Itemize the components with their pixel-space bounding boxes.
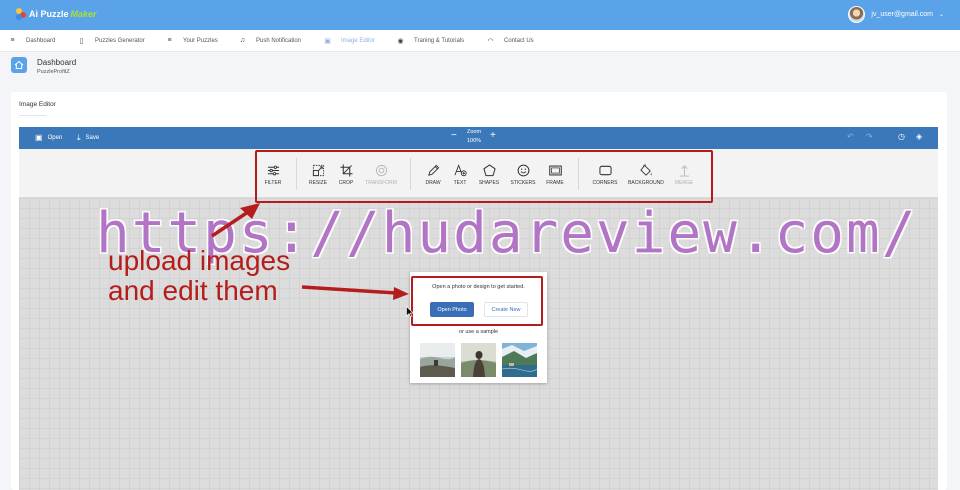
- divider: [19, 115, 46, 116]
- app-logo[interactable]: Ai Puzzle Maker: [16, 8, 97, 20]
- zoom-out-button[interactable]: −: [451, 131, 457, 141]
- headset-icon: ◠: [487, 38, 494, 45]
- nav-item-label: Puzzles Generator: [95, 38, 145, 44]
- chevron-down-icon[interactable]: ⌄: [939, 11, 944, 18]
- avatar[interactable]: [848, 6, 866, 23]
- nav-item-training-tutorials[interactable]: ◉ Traning & Tutorials: [397, 37, 464, 45]
- undo-icon[interactable]: ↶: [847, 132, 854, 141]
- open-label: Open: [47, 134, 63, 141]
- nav-item-label: Image Editor: [341, 38, 376, 44]
- nav-item-dashboard[interactable]: ≡ Dashboard: [9, 37, 55, 44]
- sample-label: or use a sample: [458, 329, 499, 335]
- nav-item-label: Your Puzzles: [183, 37, 218, 44]
- card-title: Image Editor: [19, 101, 56, 108]
- tools-highlight-box: [255, 150, 713, 203]
- nav-item-label: Contact Us: [504, 38, 534, 44]
- mouse-cursor-icon: [406, 306, 414, 318]
- redo-icon[interactable]: ↷: [866, 132, 873, 141]
- nav-item-push-notification[interactable]: ♫ Push Notification: [239, 37, 301, 44]
- logo-icon: [16, 8, 26, 20]
- user-email[interactable]: jv_user@gmail.com: [871, 11, 933, 18]
- zoom-control: − Zoom 100% +: [448, 129, 500, 147]
- layers-icon[interactable]: ◈: [916, 132, 922, 141]
- folder-image-icon: ▣: [35, 133, 43, 142]
- open-button[interactable]: ▣ Open: [35, 133, 62, 142]
- download-icon: ⤓: [77, 133, 81, 142]
- nav-item-label: Push Notification: [256, 37, 302, 44]
- start-highlight-box: [411, 276, 543, 326]
- breadcrumb: PuzzleProfitZ: [37, 69, 70, 75]
- page-title: Dashboard: [37, 58, 77, 67]
- zoom-value: 100%: [466, 138, 482, 144]
- bell-icon: ♫: [239, 37, 246, 44]
- nav-item-your-puzzles[interactable]: ≡ Your Puzzles: [166, 37, 218, 44]
- annotation-text: upload images and edit them: [108, 246, 290, 306]
- play-circle-icon: ◉: [397, 38, 404, 45]
- annotation-line: upload images: [108, 245, 291, 276]
- logo-text: Ai Puzzle: [29, 9, 69, 19]
- main-nav: ≡ Dashboard ▯ Puzzles Generator ≡ Your P…: [0, 30, 960, 52]
- menu-icon: ≡: [10, 37, 15, 44]
- sample-thumbnail[interactable]: [420, 343, 455, 377]
- zoom-label: Zoom: [466, 129, 482, 135]
- nav-item-label: Traning & Tutorials: [414, 38, 465, 44]
- nav-item-label: Dashboard: [26, 37, 56, 44]
- tablet-icon: ▯: [79, 38, 84, 45]
- app-header: Ai Puzzle Maker jv_user@gmail.com ⌄: [0, 0, 960, 30]
- save-button[interactable]: ⤓ Save: [77, 133, 99, 143]
- nav-item-image-editor[interactable]: ▣ Image Editor: [324, 37, 375, 45]
- user-menu[interactable]: jv_user@gmail.com ⌄: [848, 6, 944, 23]
- nav-item-contact-us[interactable]: ◠ Contact Us: [487, 37, 534, 45]
- list-icon: ≡: [167, 37, 172, 44]
- logo-accent-text: Maker: [70, 9, 97, 19]
- annotation-line: and edit them: [108, 275, 278, 306]
- nav-item-puzzles-generator[interactable]: ▯ Puzzles Generator: [78, 37, 145, 45]
- save-label: Save: [85, 135, 100, 141]
- zoom-in-button[interactable]: +: [490, 131, 496, 141]
- home-icon: [11, 57, 27, 73]
- history-icon[interactable]: ◷: [898, 132, 905, 141]
- sample-thumbnail[interactable]: [461, 343, 496, 377]
- sample-thumbnail[interactable]: [502, 343, 537, 377]
- image-icon: ▣: [324, 38, 331, 45]
